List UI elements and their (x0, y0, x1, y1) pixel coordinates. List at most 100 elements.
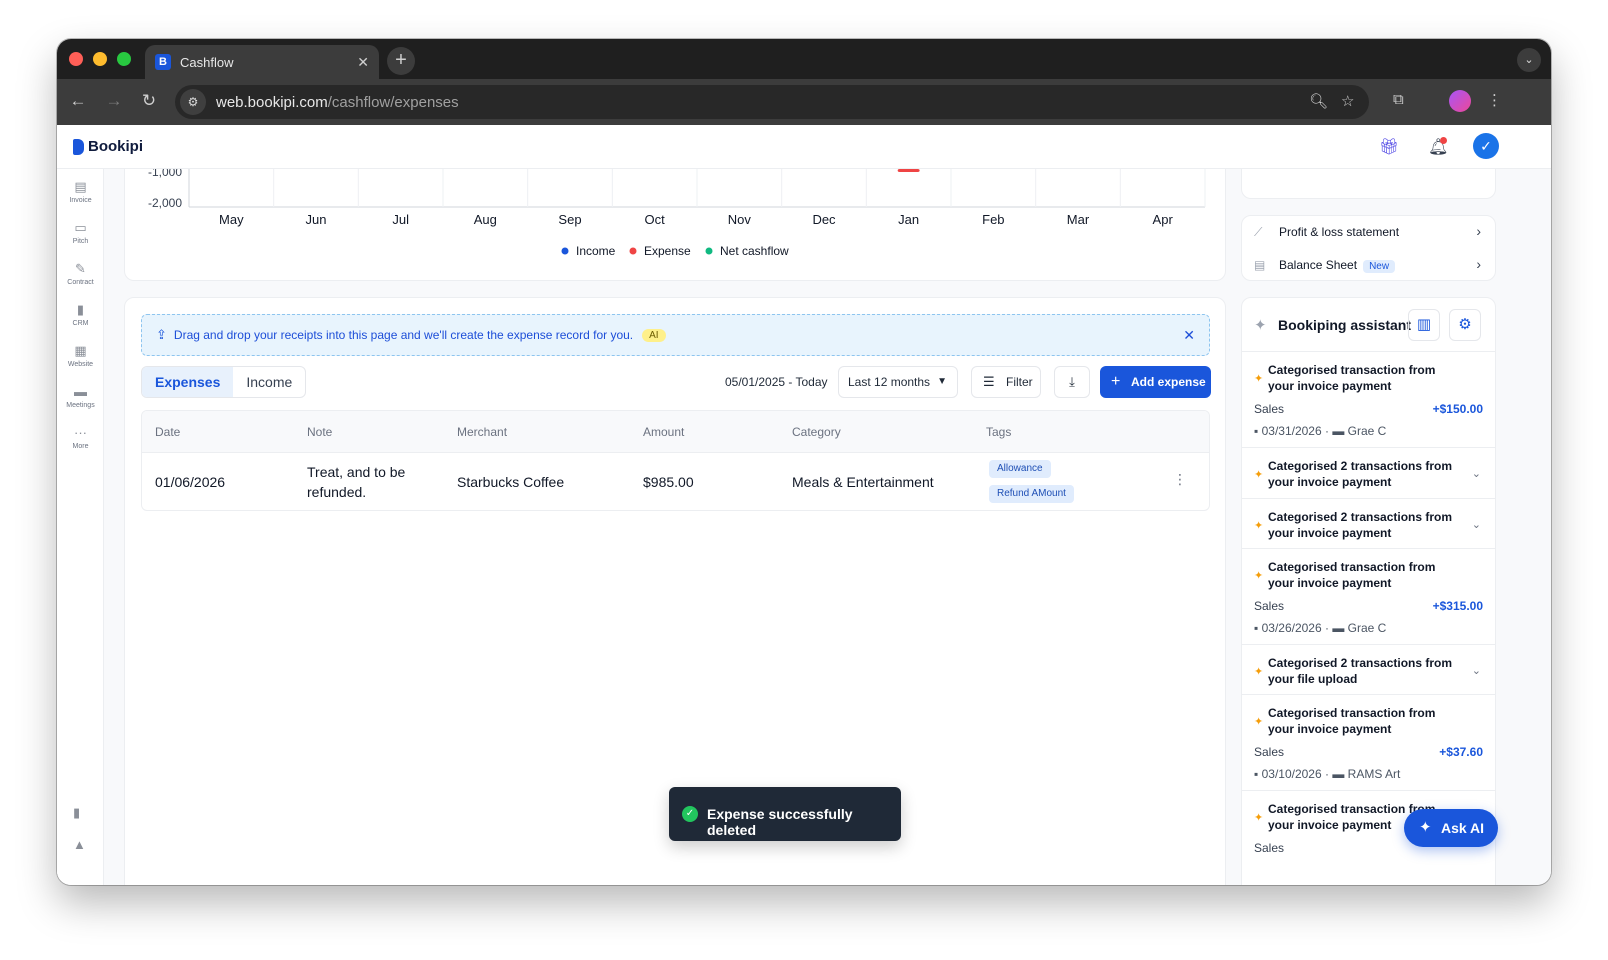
feed-meta: ▪ 03/31/2026 · ▬ Grae C (1254, 424, 1387, 438)
balance-sheet-label: Balance Sheet (1279, 258, 1358, 272)
receipt-dropzone[interactable]: ⇪ Drag and drop your receipts into this … (141, 314, 1210, 356)
line-chart-icon: ⟋ (1254, 225, 1263, 239)
cell-note-line1: Treat, and to be (307, 464, 406, 480)
bank-icon: ▥ (1416, 316, 1432, 333)
sidebar-item-pitch[interactable]: ▭ Pitch (57, 220, 104, 245)
feed-date: 03/26/2026 (1261, 621, 1322, 635)
feed-title: Categorised transaction from your invoic… (1268, 706, 1436, 736)
report-profit-loss[interactable]: ⟋ Profit & loss statement › (1242, 216, 1495, 248)
cell-merchant: Starbucks Coffee (457, 474, 565, 490)
chevron-right-icon: › (1476, 223, 1481, 239)
feed-title: Categorised 2 transactions from your inv… (1268, 459, 1453, 489)
tab-income[interactable]: Income (233, 367, 305, 397)
sidebar-item-invoice[interactable]: ▤ Invoice (57, 179, 104, 204)
bookmark-star-icon[interactable]: ☆ (1341, 92, 1354, 110)
feed-amount: +$150.00 (1432, 402, 1483, 416)
download-button[interactable]: ⤓ (1054, 366, 1090, 398)
feed-item[interactable]: ✦ Categorised transaction from your invo… (1242, 549, 1495, 645)
chevron-down-icon[interactable]: ⌄ (1472, 467, 1481, 480)
ask-ai-button[interactable]: ✦ Ask AI (1404, 809, 1498, 847)
sidebar-item-more[interactable]: ··· More (57, 425, 104, 450)
profile-avatar[interactable] (1449, 90, 1471, 112)
filter-button[interactable]: ☰ Filter (971, 366, 1041, 398)
feed-date: 03/10/2026 (1261, 767, 1322, 781)
app-header: Bookipi 🎁︎ 🔔︎ ✓ (57, 125, 1551, 169)
extensions-icon[interactable]: ⧉ (1393, 91, 1404, 108)
browser-tab[interactable]: B Cashflow ✕ (145, 45, 379, 79)
reload-icon[interactable]: ↻ (138, 91, 160, 111)
column-header-note[interactable]: Note (307, 425, 332, 439)
close-window-button[interactable] (69, 52, 83, 66)
feed-title: Categorised 2 transactions from your inv… (1268, 510, 1453, 540)
minimize-window-button[interactable] (93, 52, 107, 66)
column-header-amount[interactable]: Amount (643, 425, 684, 439)
expense-bar (897, 169, 920, 172)
bookipi-logo[interactable]: Bookipi (73, 138, 143, 155)
browser-menu-icon[interactable]: ⋮ (1487, 91, 1502, 109)
close-icon[interactable]: ✕ (1183, 327, 1195, 344)
legend-label: Expense (644, 244, 691, 258)
sidebar-item-crm[interactable]: ▮ CRM (57, 302, 104, 327)
sparkle-icon: ✦ (1254, 317, 1267, 334)
dropzone-text: Drag and drop your receipts into this pa… (173, 328, 634, 342)
chevron-down-icon[interactable]: ⌄ (1472, 664, 1481, 677)
x-tick-label: Mar (1067, 212, 1090, 227)
feed-client: Grae C (1347, 621, 1387, 635)
zoom-icon[interactable]: 🔍︎ (1309, 92, 1328, 110)
bank-icon[interactable]: ▲ (73, 837, 86, 852)
feed-title: Categorised transaction from your invoic… (1268, 560, 1436, 590)
upload-icon: ⇪ (156, 327, 167, 342)
sidebar-item-label: More (72, 443, 89, 450)
sidebar-item-meetings[interactable]: ▬ Meetings (57, 384, 104, 409)
settings-button[interactable]: ⚙ (1449, 309, 1481, 341)
document-icon: ▤ (1254, 258, 1266, 272)
column-header-category[interactable]: Category (792, 425, 841, 439)
period-select[interactable]: Last 12 months ▼ (838, 366, 958, 398)
date-range[interactable]: 05/01/2025 - Today (725, 375, 828, 389)
back-icon[interactable]: ← (67, 91, 89, 111)
pitch-icon: ▭ (74, 220, 87, 235)
site-info-icon[interactable]: ⚙ (180, 89, 206, 115)
maximize-window-button[interactable] (117, 52, 131, 66)
chevron-down-icon[interactable]: ⌄ (1472, 518, 1481, 531)
tab-search-icon[interactable]: ⌄ (1517, 48, 1541, 72)
sparkle-icon: ✦ (1254, 812, 1264, 824)
feed-item[interactable]: ✦ Categorised 2 transactions from your f… (1242, 645, 1495, 695)
notification-dot (1440, 137, 1447, 144)
column-header-tags[interactable]: Tags (986, 425, 1011, 439)
reports-icon[interactable]: ▮ (73, 805, 80, 821)
gift-icon[interactable]: 🎁︎ (1379, 137, 1399, 157)
close-tab-icon[interactable]: ✕ (357, 54, 369, 71)
column-header-date[interactable]: Date (155, 425, 180, 439)
new-badge: New (1363, 260, 1396, 273)
cell-category: Meals & Entertainment (792, 474, 934, 490)
feed-amount: +$37.60 (1439, 745, 1483, 759)
feed-item[interactable]: ✦ Categorised transaction from your invo… (1242, 352, 1495, 448)
report-label: Balance Sheet New (1279, 258, 1396, 273)
address-bar[interactable]: ⚙ web.bookipi.com/cashflow/expenses 🔍︎ ☆ (175, 85, 1369, 119)
sidebar-item-label: CRM (72, 320, 89, 327)
user-avatar[interactable]: ✓ (1473, 133, 1499, 159)
add-expense-button[interactable]: + Add expense (1100, 366, 1211, 398)
forward-icon[interactable]: → (103, 91, 125, 111)
sidebar-item-contract[interactable]: ✎ Contract (57, 261, 104, 286)
feed-item[interactable]: ✦ Categorised transaction from your invo… (1242, 695, 1495, 791)
sidebar-item-label: Invoice (69, 197, 92, 204)
feed-item[interactable]: ✦ Categorised 2 transactions from your i… (1242, 499, 1495, 549)
summary-card (1241, 169, 1496, 199)
sidebar-item-label: Website (67, 361, 94, 368)
sparkle-icon: ✦ (1419, 819, 1432, 836)
feed-item[interactable]: ✦ Categorised 2 transactions from your i… (1242, 448, 1495, 499)
sidebar-item-website[interactable]: ▦ Website (57, 343, 104, 368)
report-balance-sheet[interactable]: ▤ Balance Sheet New › (1242, 249, 1495, 281)
feed-category: Sales (1254, 599, 1285, 613)
column-header-merchant[interactable]: Merchant (457, 425, 507, 439)
add-expense-label: Add expense (1131, 375, 1206, 389)
row-menu-icon[interactable]: ⋮ (1173, 471, 1187, 488)
bank-button[interactable]: ▥ (1408, 309, 1440, 341)
tab-expenses[interactable]: Expenses (142, 367, 234, 397)
y-tick-label: -1,000 (148, 169, 182, 179)
sidebar-item-label: Contract (67, 279, 94, 286)
legend-label: Income (576, 244, 616, 258)
new-tab-button[interactable]: + (387, 47, 415, 75)
